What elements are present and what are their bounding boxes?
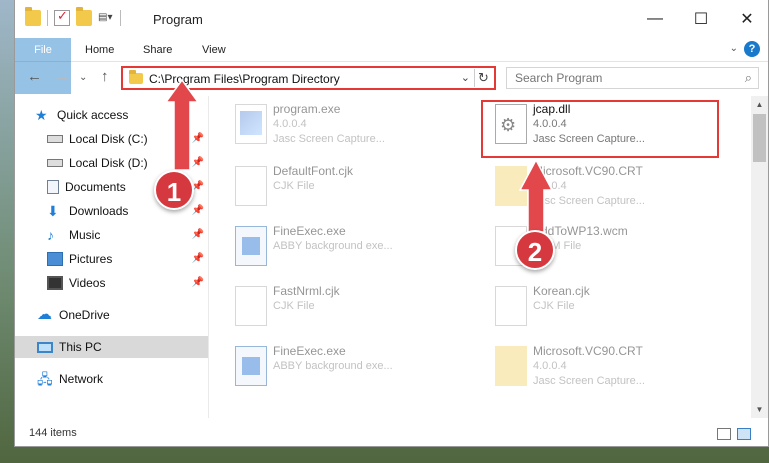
annotation-arrows <box>164 78 554 233</box>
step-badge-1: 1 <box>154 170 194 210</box>
arrow-to-jcap-dll <box>518 158 554 233</box>
step-badge-2: 2 <box>515 230 555 270</box>
arrow-to-address-bar <box>164 78 200 171</box>
